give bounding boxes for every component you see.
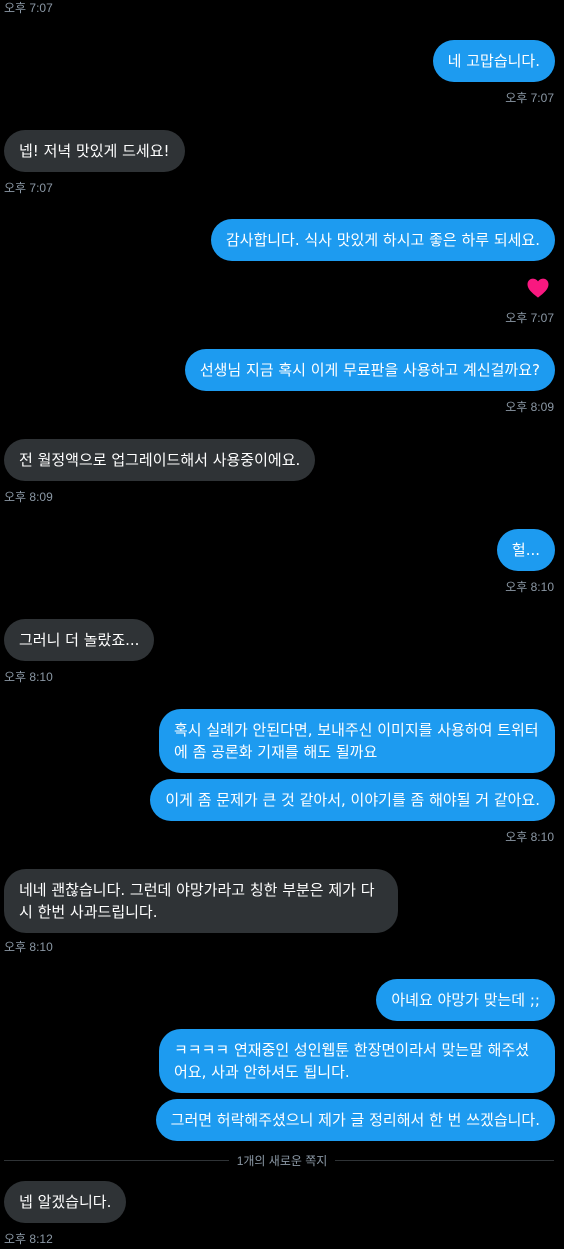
message-bubble-received[interactable]: 전 월정액으로 업그레이드해서 사용중이에요. — [4, 439, 316, 481]
message-timestamp: 오후 8:09 — [505, 400, 554, 414]
message-bubble-sent[interactable]: 이게 좀 문제가 큰 것 같아서, 이야기를 좀 해야될 거 같아요. — [150, 779, 555, 821]
message-timestamp: 오후 7:07 — [505, 311, 554, 325]
message-timestamp: 오후 8:10 — [4, 940, 53, 954]
message-bubble-received[interactable]: 넵 알겠습니다. — [4, 1181, 127, 1223]
message-timestamp: 오후 8:09 — [4, 490, 53, 504]
message-bubble-sent[interactable]: 그러면 허락해주셨으니 제가 글 정리해서 한 번 쓰겠습니다. — [155, 1099, 555, 1141]
message-bubble-sent[interactable]: 헐... — [496, 529, 555, 571]
message-bubble-sent[interactable]: 감사합니다. 식사 맛있게 하시고 좋은 하루 되세요. — [210, 219, 555, 261]
message-bubble-sent[interactable]: ㅋㅋㅋㅋ 연재중인 성인웹툰 한장면이라서 맞는말 해주셨어요, 사과 안하셔도… — [159, 1029, 555, 1093]
message-timestamp: 오후 7:07 — [505, 91, 554, 105]
message-bubble-sent[interactable]: 아녜요 야망가 맞는데 ;; — [376, 979, 555, 1021]
message-timestamp: 오후 8:12 — [4, 1232, 53, 1246]
message-bubble-sent[interactable]: 네 고맙습니다. — [432, 40, 555, 82]
message-timestamp: 오후 7:07 — [4, 1, 53, 15]
message-bubble-sent[interactable]: 선생님 지금 혹시 이게 무료판을 사용하고 계신걸까요? — [184, 349, 555, 391]
new-messages-label-text: 1개의 새로운 쪽지 — [228, 1154, 336, 1168]
message-bubble-received[interactable]: 넵! 저녁 맛있게 드세요! — [4, 130, 185, 172]
message-timestamp: 오후 7:07 — [4, 181, 53, 195]
message-bubble-sent[interactable]: 혹시 실례가 안된다면, 보내주신 이미지를 사용하여 트위터에 좀 공론화 기… — [159, 709, 555, 773]
message-timestamp: 오후 8:10 — [505, 830, 554, 844]
message-bubble-received[interactable]: 네네 괜찮습니다. 그런데 야망가라고 칭한 부분은 제가 다시 한번 사과드립… — [4, 869, 398, 933]
message-timestamp: 오후 8:10 — [505, 580, 554, 594]
dm-conversation: { "timestamp_top": "오후 7:07", "messages"… — [0, 0, 564, 1249]
message-bubble-received[interactable]: 그러니 더 놀랐죠... — [4, 619, 155, 661]
message-timestamp: 오후 8:10 — [4, 670, 53, 684]
new-messages-label: 1개의 새로운 쪽지 — [0, 1152, 564, 1169]
heart-icon[interactable] — [526, 276, 550, 300]
